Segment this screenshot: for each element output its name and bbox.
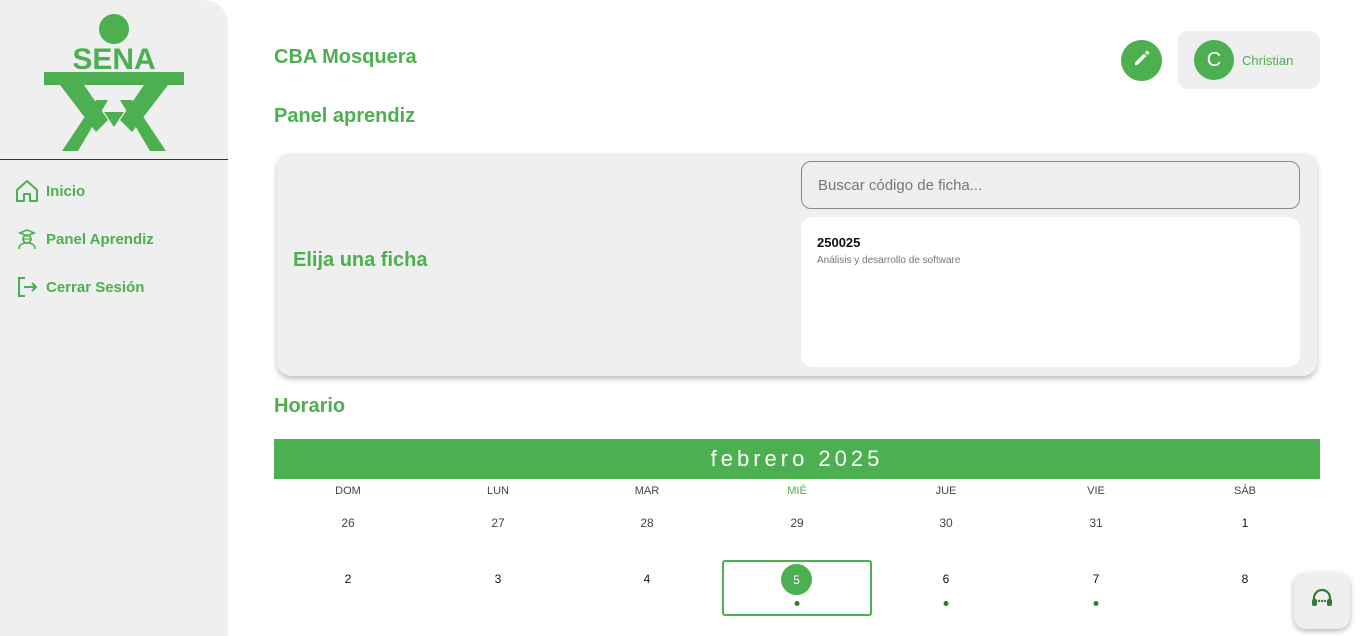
sidebar-item-label: Cerrar Sesión	[46, 278, 145, 296]
calendar-day[interactable]: 7	[1093, 572, 1100, 586]
edit-profile-button[interactable]	[1121, 40, 1162, 81]
pencil-icon	[1132, 48, 1152, 73]
ficha-selector-panel: Elija una ficha 250025 Análisis y desarr…	[277, 153, 1317, 376]
sidebar-item-label: Inicio	[46, 182, 86, 200]
calendar-day[interactable]: 29	[790, 516, 803, 530]
weekday-header: LUN	[486, 485, 510, 497]
ficha-code: 250025	[817, 235, 861, 250]
event-dot	[1093, 601, 1099, 606]
support-chat-button[interactable]	[1294, 573, 1350, 629]
logout-icon	[14, 274, 40, 300]
sidebar-item-panel-aprendiz[interactable]: Panel Aprendiz	[14, 225, 154, 253]
calendar-day[interactable]: 8	[1242, 572, 1249, 586]
avatar: C	[1194, 40, 1234, 80]
user-name: Christian	[1242, 52, 1294, 68]
schedule-title: Horario	[274, 395, 346, 417]
page-title: Panel aprendiz	[274, 105, 416, 127]
weekday-header-active: MIÉ	[787, 485, 807, 497]
sidebar-divider	[0, 159, 228, 160]
sidebar-item-cerrar-sesion[interactable]: Cerrar Sesión	[14, 273, 144, 301]
ficha-results-list: 250025 Análisis y desarrollo de software	[801, 217, 1300, 367]
home-icon	[14, 178, 40, 204]
ficha-program: Análisis y desarrollo de software	[817, 255, 961, 266]
calendar-day[interactable]: 3	[495, 572, 502, 586]
sidebar-item-label: Panel Aprendiz	[46, 230, 154, 248]
calendar-day[interactable]: 6	[943, 572, 950, 586]
sidebar-item-inicio[interactable]: Inicio	[14, 177, 85, 205]
calendar-day[interactable]: 28	[640, 516, 653, 530]
calendar-day[interactable]: 4	[644, 572, 651, 586]
headset-icon	[1309, 586, 1335, 617]
calendar-day[interactable]: 30	[939, 516, 952, 530]
sena-logo-text: SENA	[72, 43, 155, 76]
sena-logo: SENA	[44, 14, 184, 151]
calendar-day[interactable]: 2	[345, 572, 352, 586]
ficha-item[interactable]: 250025 Análisis y desarrollo de software	[817, 235, 960, 266]
ficha-search-input[interactable]	[801, 161, 1300, 209]
weekday-header: VIE	[1087, 485, 1105, 497]
event-dot	[943, 601, 949, 606]
calendar-day[interactable]: 31	[1089, 516, 1102, 530]
event-dot	[794, 601, 800, 606]
weekday-header: JUE	[935, 485, 957, 497]
weekday-header: SÁB	[1233, 485, 1257, 497]
calendar-month-header: febrero 2025	[274, 439, 1320, 479]
calendar-day[interactable]: 27	[491, 516, 504, 530]
calendar-month-label: febrero 2025	[710, 446, 884, 471]
today-indicator: 5	[781, 564, 812, 595]
weekday-header: MAR	[634, 485, 660, 497]
center-title: CBA Mosquera	[274, 46, 417, 68]
student-icon	[14, 226, 40, 252]
user-menu[interactable]: C Christian	[1178, 31, 1320, 89]
weekday-header: DOM	[335, 485, 361, 497]
panel-title: Elija una ficha	[293, 249, 428, 271]
sidebar: SENA Inicio Panel Aprendiz Cerrar Sesión	[0, 0, 228, 636]
calendar-day[interactable]: 26	[341, 516, 354, 530]
calendar-day[interactable]: 1	[1242, 516, 1249, 530]
